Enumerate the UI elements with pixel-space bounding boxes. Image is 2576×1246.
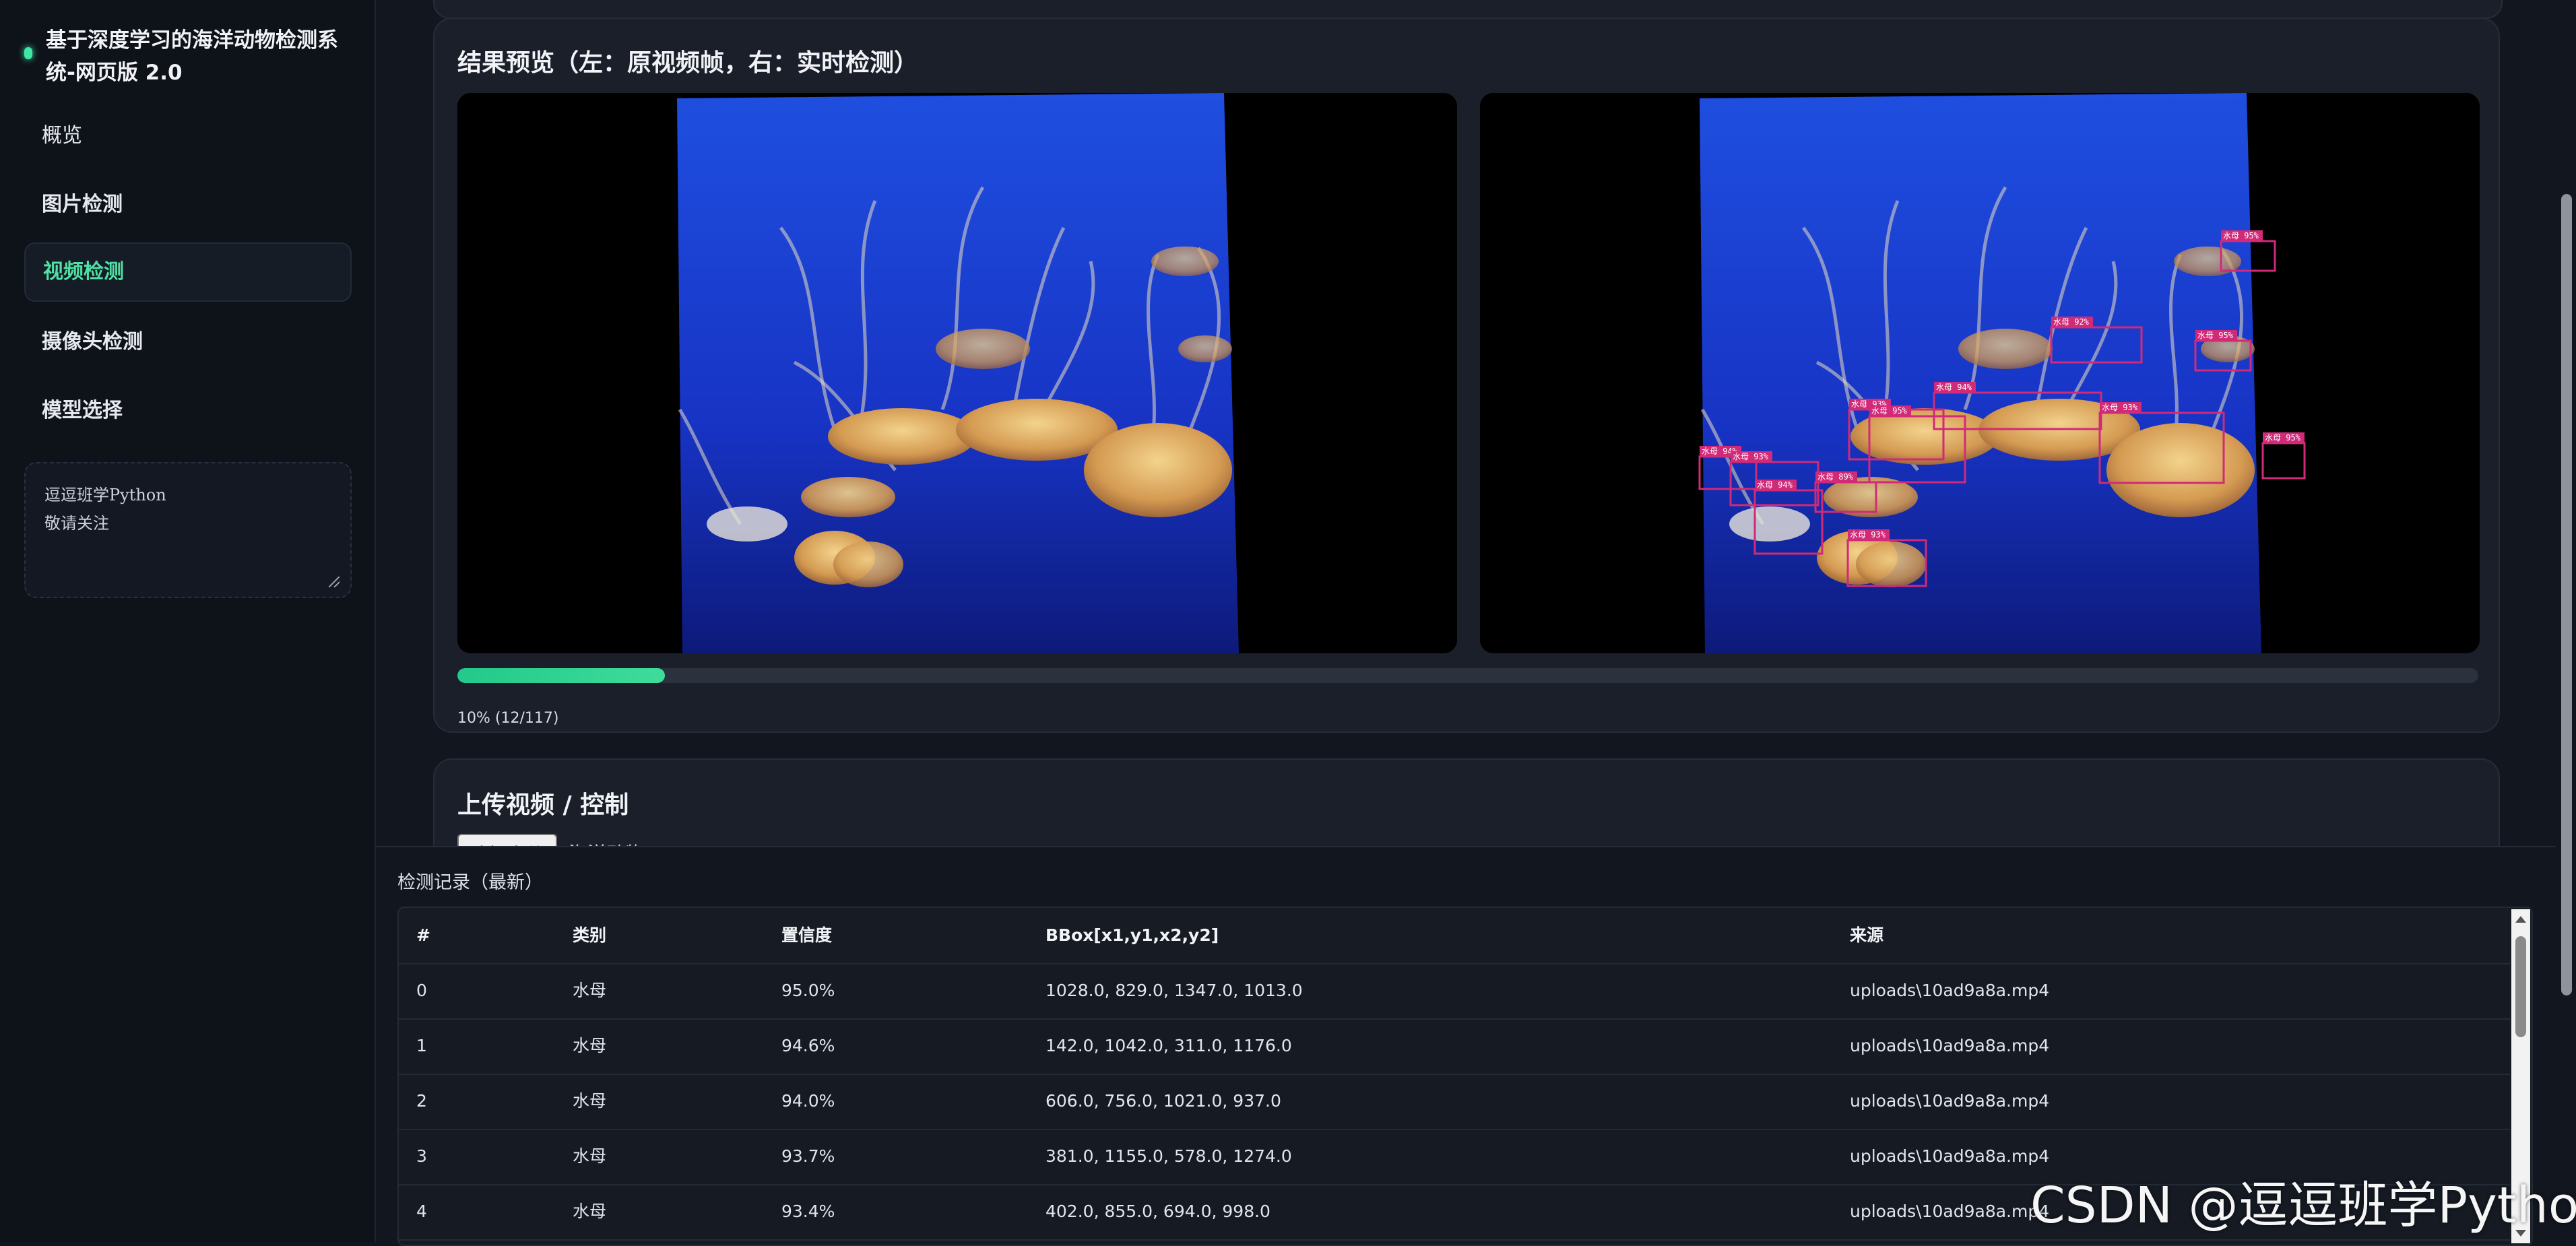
csdn-watermark: CSDN @逗逗班学Python <box>2030 1177 2576 1235</box>
column-header-bbox: BBox[x1,y1,x2,y2] <box>1045 925 1219 945</box>
resize-grip-icon[interactable] <box>329 577 340 587</box>
detection-label: 水母 93% <box>1733 452 1769 461</box>
detected-video-frame: 水母 95% 水母 95% 水母 92% 水母 94% 水母 93% 水母 95% 水母 9… <box>1480 93 2480 653</box>
page-scrollbar[interactable] <box>2556 0 2576 1242</box>
table-row[interactable]: 1 水母 94.6% 142.0, 1042.0, 311.0, 1176.0 … <box>399 1018 2510 1075</box>
detection-label: 水母 94% <box>1936 383 1972 392</box>
detection-label: 水母 94% <box>1757 480 1793 490</box>
table-row[interactable]: 0 水母 95.0% 1028.0, 829.0, 1347.0, 1013.0… <box>399 963 2510 1020</box>
note-textarea[interactable]: 逗逗班学Python 敬请关注 <box>24 462 352 598</box>
note-line: 逗逗班学Python <box>44 486 166 504</box>
cell-source: uploads\10ad9a8a.mp4 <box>1850 1146 2050 1166</box>
cell-class: 水母 <box>573 1146 607 1166</box>
cell-index: 1 <box>416 1036 427 1055</box>
cell-class: 水母 <box>573 1202 607 1221</box>
cell-bbox: 1028.0, 829.0, 1347.0, 1013.0 <box>1045 981 1303 1000</box>
cell-index: 2 <box>416 1091 427 1111</box>
detection-label: 水母 89% <box>1817 472 1854 482</box>
nav-item-model-select[interactable]: 模型选择 <box>24 381 352 440</box>
detection-label: 水母 93% <box>2102 403 2138 412</box>
progress-bar <box>457 668 2478 683</box>
cell-index: 0 <box>416 981 427 1000</box>
preview-panel: 结果预览（左：原视频帧，右：实时检测） 水母 95% 水母 95% 水母 92%… <box>433 18 2500 733</box>
app-title: 基于深度学习的海洋动物检测系统-网页版 2.0 <box>46 28 338 85</box>
jellyfish-frame-original <box>457 93 1457 653</box>
cell-confidence: 93.4% <box>781 1202 835 1221</box>
detection-label: 水母 95% <box>1871 406 1908 416</box>
sidebar: 基于深度学习的海洋动物检测系统-网页版 2.0 概览 图片检测 视频检测 摄像头… <box>0 0 376 1242</box>
column-header-index: # <box>416 925 430 945</box>
cell-source: uploads\10ad9a8a.mp4 <box>1850 981 2050 1000</box>
detection-label: 水母 95% <box>2223 231 2259 240</box>
nav-item-camera-detection[interactable]: 摄像头检测 <box>24 313 352 372</box>
detection-label: 水母 93% <box>1850 530 1886 539</box>
cell-confidence: 93.7% <box>781 1146 835 1166</box>
detection-label: 水母 95% <box>2197 331 2234 340</box>
cell-index: 4 <box>416 1202 427 1221</box>
nav-item-overview[interactable]: 概览 <box>24 106 352 166</box>
previous-panel-edge <box>433 0 2503 19</box>
records-title: 检测记录（最新） <box>397 872 543 893</box>
brand: 基于深度学习的海洋动物检测系统-网页版 2.0 <box>24 24 354 89</box>
nav-item-image-detection[interactable]: 图片检测 <box>24 175 352 234</box>
cell-source: uploads\10ad9a8a.mp4 <box>1850 1091 2050 1111</box>
note-line: 敬请关注 <box>44 514 109 533</box>
table-header-row: # 类别 置信度 BBox[x1,y1,x2,y2] 来源 <box>399 908 2510 964</box>
cell-confidence: 94.6% <box>781 1036 835 1055</box>
column-header-confidence: 置信度 <box>781 925 833 945</box>
cell-bbox: 606.0, 756.0, 1021.0, 937.0 <box>1045 1091 1281 1111</box>
cell-class: 水母 <box>573 1036 607 1055</box>
scroll-up-icon[interactable] <box>2515 916 2526 923</box>
upload-title: 上传视频 / 控制 <box>457 791 629 819</box>
cell-class: 水母 <box>573 981 607 1000</box>
cell-bbox: 402.0, 855.0, 694.0, 998.0 <box>1045 1202 1270 1221</box>
page-scrollbar-thumb[interactable] <box>2561 194 2572 995</box>
column-header-source: 来源 <box>1850 925 1884 945</box>
detection-label: 水母 95% <box>2265 433 2301 442</box>
table-scrollbar-thumb[interactable] <box>2515 936 2526 1037</box>
table-row[interactable]: 2 水母 94.0% 606.0, 756.0, 1021.0, 937.0 u… <box>399 1074 2510 1130</box>
preview-title: 结果预览（左：原视频帧，右：实时检测） <box>457 49 919 77</box>
jellyfish-frame-detected: 水母 95% 水母 95% 水母 92% 水母 94% 水母 93% 水母 95% 水母 9… <box>1480 93 2480 653</box>
column-header-class: 类别 <box>573 925 607 945</box>
cell-confidence: 94.0% <box>781 1091 835 1111</box>
cell-bbox: 381.0, 1155.0, 578.0, 1274.0 <box>1045 1146 1292 1166</box>
cell-index: 3 <box>416 1146 427 1166</box>
progress-text: 10% (12/117) <box>457 710 559 727</box>
nav-item-video-detection[interactable]: 视频检测 <box>24 242 352 302</box>
status-dot-icon <box>24 47 32 59</box>
detection-label: 水母 92% <box>2053 317 2090 327</box>
cell-bbox: 142.0, 1042.0, 311.0, 1176.0 <box>1045 1036 1292 1055</box>
cell-source: uploads\10ad9a8a.mp4 <box>1850 1036 2050 1055</box>
original-video-frame <box>457 93 1457 653</box>
progress-bar-fill <box>457 668 665 683</box>
cell-source: uploads\10ad9a8a.mp4 <box>1850 1202 2050 1221</box>
cell-confidence: 95.0% <box>781 981 835 1000</box>
main-content: 结果预览（左：原视频帧，右：实时检测） 水母 95% 水母 95% 水母 92%… <box>376 0 2576 1246</box>
cell-class: 水母 <box>573 1091 607 1111</box>
